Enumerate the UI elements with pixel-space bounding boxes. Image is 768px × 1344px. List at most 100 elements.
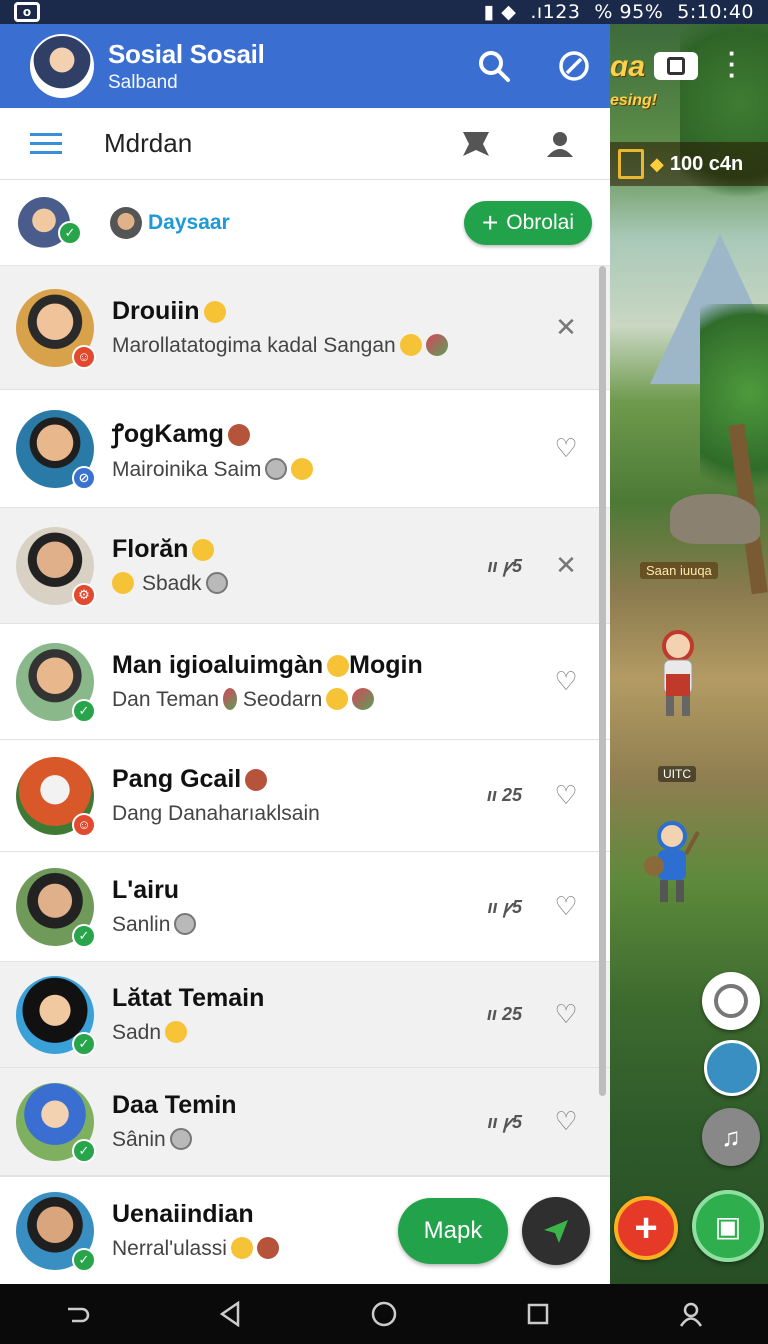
warrior-character[interactable] bbox=[640, 814, 700, 914]
profile-icon[interactable] bbox=[540, 124, 580, 164]
online-check-icon: ✓ bbox=[72, 698, 96, 723]
heart-icon[interactable]: ♡ bbox=[552, 666, 580, 697]
message-time: ıı ꝩ5 bbox=[487, 1111, 522, 1132]
emoji-icon bbox=[227, 423, 250, 446]
chat-row[interactable]: ☺ Pang Gcail Dang Danaharıaklsain ıı 25 … bbox=[0, 740, 610, 852]
heart-icon[interactable]: ♡ bbox=[552, 891, 580, 922]
online-check-icon: ✓ bbox=[72, 1247, 96, 1272]
emoji-icon bbox=[205, 572, 228, 594]
chat-row[interactable]: ⊘ ꝭogKamg Mairoinika Saim ♡ bbox=[0, 390, 610, 508]
emoji-icon bbox=[245, 769, 268, 791]
chat-list: ☺ Drouiin Marollatatogima kadal Sangan ✕… bbox=[0, 266, 610, 1176]
contact-name-suffix: Mogin bbox=[349, 651, 423, 679]
heart-icon[interactable]: ♡ bbox=[552, 999, 580, 1030]
home-icon[interactable] bbox=[364, 1294, 404, 1334]
message-preview: Sadn bbox=[112, 1021, 162, 1044]
plus-icon: + bbox=[481, 206, 499, 238]
do-not-disturb-icon[interactable] bbox=[554, 46, 594, 86]
friend-name[interactable]: Daysaar bbox=[148, 211, 230, 235]
emoji-icon bbox=[352, 688, 375, 710]
emoji-icon bbox=[230, 1237, 253, 1259]
contact-name: L'airu bbox=[112, 876, 180, 904]
clock: 5:10:40 bbox=[677, 1, 754, 23]
new-chat-button[interactable]: + Obrolai bbox=[463, 200, 592, 245]
chat-row[interactable]: ✓ Man igioaluimgàn Mogin Dan Teman Seodar… bbox=[0, 624, 610, 740]
heart-icon[interactable]: ♡ bbox=[552, 1106, 580, 1137]
message-time: ıı ꝩ5 bbox=[487, 555, 522, 576]
palm-decoration bbox=[700, 304, 768, 524]
contact-name: Florăn bbox=[112, 535, 189, 563]
add-game-button[interactable]: + bbox=[614, 1196, 678, 1260]
emoji-icon bbox=[327, 655, 350, 677]
send-icon bbox=[544, 1219, 568, 1243]
close-icon[interactable]: ✕ bbox=[552, 550, 580, 581]
emoji-icon bbox=[165, 1021, 188, 1043]
refresh-button[interactable] bbox=[702, 972, 760, 1030]
emoji-icon bbox=[425, 334, 448, 356]
menu-icon[interactable] bbox=[26, 124, 66, 164]
knight-character[interactable] bbox=[648, 624, 708, 724]
contact-avatar: ✓ bbox=[16, 867, 96, 948]
heart-icon[interactable]: ♡ bbox=[552, 780, 580, 811]
chat-row[interactable]: ✓ Daa Temin Sânin ıı ꝩ5 ♡ bbox=[0, 1068, 610, 1176]
heart-icon[interactable]: ♡ bbox=[552, 433, 580, 464]
npc-label-2: UITC bbox=[658, 766, 696, 782]
scrollbar[interactable] bbox=[599, 266, 606, 1096]
chat-row[interactable]: ✓ L'airu Sanlin ıı ꝩ5 ♡ bbox=[0, 852, 610, 962]
chat-row[interactable]: ☺ Drouiin Marollatatogima kadal Sangan ✕ bbox=[0, 266, 610, 390]
contact-name: Uenaiindian bbox=[112, 1200, 254, 1228]
contact-avatar: ✓ bbox=[16, 1191, 96, 1272]
my-avatar[interactable]: ✓ bbox=[18, 196, 82, 249]
contact-name: Daa Temin bbox=[112, 1091, 237, 1119]
emoji-icon bbox=[203, 301, 226, 323]
coin-counter: ◆ 100 c4n bbox=[610, 142, 768, 186]
contact-name: Man igioaluimgàn bbox=[112, 651, 324, 679]
emoji-icon bbox=[291, 457, 314, 480]
bookmark-icon[interactable] bbox=[456, 124, 496, 164]
screen-title: Mdrdan bbox=[104, 128, 193, 158]
status-bar: o ▮ ◆ .ı123 % 95% 5:10:40 bbox=[0, 0, 768, 24]
diamond-icon: ◆ bbox=[650, 153, 664, 174]
account-icon[interactable] bbox=[671, 1294, 711, 1334]
online-check-icon: ✓ bbox=[72, 1031, 96, 1056]
close-icon[interactable]: ✕ bbox=[552, 312, 580, 343]
message-preview: Mairoinika Saim bbox=[112, 457, 262, 481]
player-avatar-button[interactable] bbox=[704, 1040, 760, 1096]
message-preview: Marollatatogima kadal Sangan bbox=[112, 334, 396, 357]
inventory-button[interactable]: ▣ bbox=[692, 1190, 764, 1262]
back-icon[interactable] bbox=[210, 1294, 250, 1334]
status-badge-icon: ⚙ bbox=[72, 582, 96, 607]
emoji-icon bbox=[399, 334, 422, 356]
chest-icon bbox=[618, 149, 644, 179]
game-view[interactable]: ɑa · · · esing! ◆ 100 c4n Saan iuuqa UITC … bbox=[610, 24, 768, 1284]
signal-icon: ▮ ◆ bbox=[483, 1, 517, 23]
recents-icon[interactable] bbox=[518, 1294, 558, 1334]
app-bar: Sosial Sosail Salband bbox=[0, 24, 610, 108]
battery-indicator: % 95% bbox=[594, 1, 664, 23]
contact-avatar: ✓ bbox=[16, 1082, 96, 1163]
emoji-icon bbox=[326, 688, 349, 710]
status-badge-icon: ⊘ bbox=[72, 465, 96, 490]
emoji-icon bbox=[174, 913, 197, 935]
app-subtitle: Salband bbox=[108, 71, 178, 93]
rock-decoration bbox=[670, 494, 760, 544]
back-gesture-icon[interactable] bbox=[57, 1294, 97, 1334]
search-icon[interactable] bbox=[474, 46, 514, 86]
chat-row-pinned[interactable]: ✓ Uenaiindian Nerral'ulassi Mapk bbox=[0, 1176, 610, 1284]
map-button[interactable]: Mapk bbox=[398, 1197, 508, 1264]
message-preview: Nerral'ulassi bbox=[112, 1237, 227, 1260]
online-check-icon: ✓ bbox=[72, 1138, 96, 1163]
sub-toolbar: Mdrdan bbox=[0, 108, 610, 180]
chat-row[interactable]: ⚙ Florăn Sbadk ıı ꝩ5 ✕ bbox=[0, 508, 610, 624]
camera-icon[interactable] bbox=[654, 52, 698, 80]
chat-row[interactable]: ✓ Lătat Temain Sadn ıı 25 ♡ bbox=[0, 962, 610, 1068]
music-button[interactable]: ♫ bbox=[702, 1108, 760, 1166]
contact-avatar: ✓ bbox=[16, 642, 96, 723]
more-icon[interactable]: · · · bbox=[728, 40, 738, 88]
contact-name: Lătat Temain bbox=[112, 984, 265, 1012]
send-button[interactable] bbox=[522, 1196, 590, 1265]
message-preview: Sanlin bbox=[112, 913, 171, 936]
friend-avatar[interactable] bbox=[110, 206, 142, 239]
emoji-icon bbox=[223, 688, 238, 710]
network-indicator: .ı123 bbox=[530, 1, 581, 23]
